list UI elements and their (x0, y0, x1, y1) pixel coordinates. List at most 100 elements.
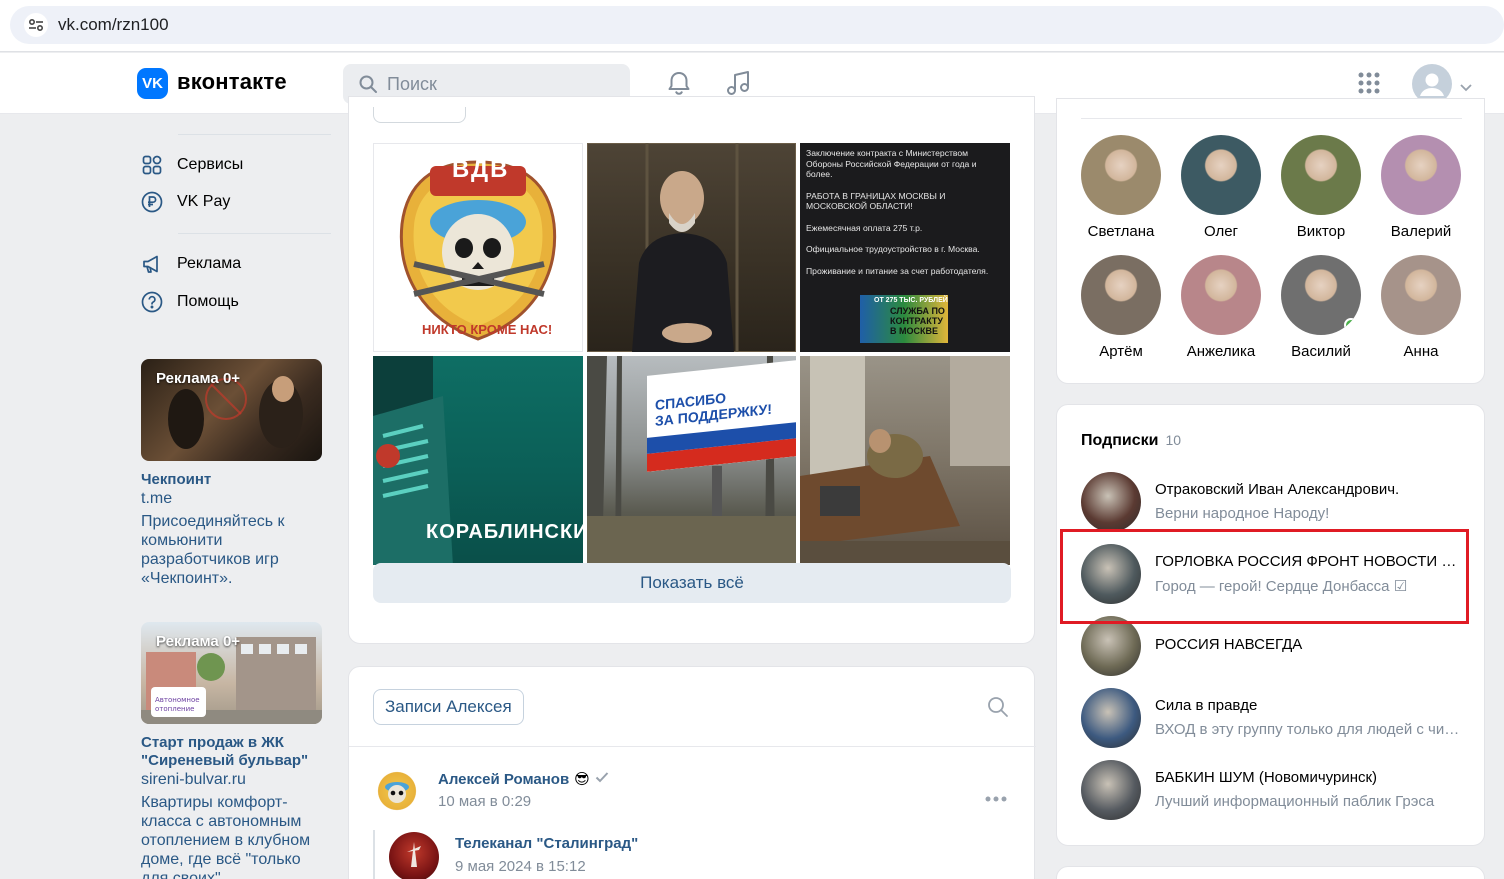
subscription-avatar[interactable] (1081, 616, 1141, 676)
friend-avatar[interactable] (1281, 135, 1361, 215)
verified-check-icon (595, 770, 609, 788)
friend-item[interactable]: Анжелика (1171, 255, 1271, 360)
chevron-down-icon[interactable] (1460, 79, 1472, 97)
subscription-name[interactable]: Отраковский Иван Александрович. (1155, 481, 1465, 498)
photo-korablino[interactable]: КОРАБЛИНСКИ (373, 356, 583, 565)
friend-item[interactable]: Василий (1271, 255, 1371, 360)
ad-image[interactable]: Автономное отопление Реклама 0+ (141, 622, 322, 724)
online-status-icon (1344, 318, 1358, 332)
post-author-row: Алексей Романов 😎 (438, 770, 609, 788)
subscription-name[interactable]: БАБКИН ШУМ (Новомичуринск) (1155, 769, 1465, 786)
sidebar-divider (178, 134, 331, 135)
friend-item[interactable]: Валерий (1371, 135, 1471, 240)
subscription-description: Лучший информационный паблик Грэса (1155, 793, 1435, 810)
friend-avatar[interactable] (1381, 255, 1461, 335)
friend-item[interactable]: Артём (1071, 255, 1171, 360)
friend-avatar[interactable] (1081, 135, 1161, 215)
friend-item[interactable]: Виктор (1271, 135, 1371, 240)
url-text: vk.com/rzn100 (58, 15, 169, 34)
vk-logo-text[interactable]: вконтакте (177, 69, 287, 95)
subscription-item[interactable]: Сила в правде ВХОД в эту группу только дл… (1081, 688, 1481, 748)
url-field[interactable]: vk.com/rzn100 (10, 6, 1504, 44)
friend-item[interactable]: Анна (1371, 255, 1471, 360)
sidebar-item-vkpay[interactable]: VK Pay (141, 190, 331, 214)
svg-text:Автономное: Автономное (155, 696, 200, 704)
friend-name[interactable]: Василий (1271, 343, 1371, 360)
friend-avatar[interactable] (1181, 255, 1261, 335)
sidebar-item-label: VK Pay (177, 193, 231, 210)
subscription-name[interactable]: Сила в правде (1155, 697, 1465, 714)
subscriptions-header[interactable]: Подписки 10 (1081, 432, 1181, 450)
ad-description[interactable]: Присоединяйтесь к комьюнити разработчико… (141, 512, 327, 588)
apps-grid-icon[interactable] (1357, 71, 1381, 100)
sidebar-item-ads[interactable]: Реклама (141, 252, 331, 276)
subscription-item[interactable]: Отраковский Иван Александрович. Верни нар… (1081, 472, 1481, 532)
friend-avatar[interactable] (1181, 135, 1261, 215)
friend-name[interactable]: Артём (1071, 343, 1171, 360)
repost-time[interactable]: 9 мая 2024 в 15:12 (455, 858, 586, 875)
subscription-item[interactable]: БАБКИН ШУМ (Новомичуринск) Лучший информа… (1081, 760, 1481, 820)
help-circle-icon (141, 291, 163, 313)
subscriptions-title: Подписки (1081, 432, 1159, 449)
tab-wall-posts[interactable]: Записи Алексея (373, 689, 524, 725)
ad-domain[interactable]: t.me (141, 489, 327, 508)
post-author-avatar[interactable] (373, 767, 421, 815)
subscription-item[interactable]: РОССИЯ НАВСЕГДА (1081, 616, 1481, 676)
ad-checkpoint[interactable]: Реклама 0+ Чекпоинт t.me Присоединяйтесь… (141, 359, 327, 588)
photo-contract-ad[interactable]: Заключение контракта с Министерством Обо… (800, 143, 1010, 352)
subscription-avatar[interactable] (1081, 472, 1141, 532)
ad-domain[interactable]: sireni-bulvar.ru (141, 770, 327, 789)
repost-author-name[interactable]: Телеканал "Сталинград" (455, 835, 638, 852)
friend-avatar[interactable] (1381, 135, 1461, 215)
subscription-name[interactable]: РОССИЯ НАВСЕГДА (1155, 636, 1465, 653)
billboard-panel: СПАСИБО ЗА ПОДДЕРЖКУ! (647, 360, 796, 472)
subscription-avatar[interactable] (1081, 688, 1141, 748)
photo-billboard[interactable]: СПАСИБО ЗА ПОДДЕРЖКУ! (587, 356, 796, 565)
friend-name[interactable]: Светлана (1071, 223, 1171, 240)
subscriptions-card: Подписки 10 Отраковский Иван Александров… (1056, 404, 1485, 846)
photo-vdv[interactable]: ВДВ НИКТО КРОМЕ НАС! (373, 143, 583, 352)
author-emoji: 😎 (574, 771, 590, 788)
ad-sirenevy[interactable]: Автономное отопление Реклама 0+ Старт про… (141, 622, 327, 879)
friend-name[interactable]: Олег (1171, 223, 1271, 240)
subscription-description: ВХОД в эту группу только для людей с чис… (1155, 721, 1465, 738)
friend-name[interactable]: Анжелика (1171, 343, 1271, 360)
friend-item[interactable]: Олег (1171, 135, 1271, 240)
ad-image[interactable]: Реклама 0+ (141, 359, 322, 461)
sidebar-item-label: Реклама (177, 255, 242, 272)
divider (349, 746, 1036, 747)
vdv-motto: НИКТО КРОМЕ НАС! (422, 322, 553, 337)
friend-name[interactable]: Виктор (1271, 223, 1371, 240)
subscription-avatar[interactable] (1081, 760, 1141, 820)
contract-banner: ОТ 275 ТЫС. РУБЛЕЙ СЛУЖБА ПО КОНТРАКТУ В… (860, 295, 948, 343)
photos-card: ВДВ НИКТО КРОМЕ НАС! Заключение контракт… (348, 96, 1035, 644)
site-settings-icon[interactable] (24, 13, 48, 37)
ad-title[interactable]: Старт продаж в ЖК "Сиреневый бульвар" (141, 734, 327, 770)
repost-avatar[interactable] (389, 832, 439, 879)
ad-description[interactable]: Квартиры комфорт-класса с автономным ото… (141, 793, 327, 879)
sidebar-item-services[interactable]: Сервисы (141, 153, 331, 177)
friend-avatar[interactable] (1281, 255, 1361, 335)
contract-line: Проживание и питание за счет работодател… (806, 265, 989, 276)
contract-line: Заключение контракта с Министерством Обо… (806, 148, 977, 179)
subscriptions-count: 10 (1165, 432, 1182, 448)
post-time[interactable]: 10 мая в 0:29 (438, 793, 531, 810)
show-all-button[interactable]: Показать всё (373, 563, 1011, 603)
photo-office-room[interactable] (800, 356, 1010, 565)
highlight-box (1060, 529, 1469, 624)
photos-tab-fragment[interactable] (373, 107, 466, 123)
svg-text:отопление: отопление (155, 705, 194, 713)
sidebar-item-help[interactable]: Помощь (141, 290, 331, 314)
friend-item[interactable]: Светлана (1071, 135, 1171, 240)
friend-avatar[interactable] (1081, 255, 1161, 335)
vk-logo-icon[interactable]: VK (137, 68, 168, 99)
photo-man-in-court[interactable] (587, 143, 796, 352)
left-sidebar: Сервисы VK Pay Реклама Помощь (141, 114, 331, 314)
friend-name[interactable]: Анна (1371, 343, 1471, 360)
contract-text: Заключение контракта с Министерством Обо… (806, 148, 1004, 276)
post-author-name[interactable]: Алексей Романов (438, 771, 569, 788)
friend-name[interactable]: Валерий (1371, 223, 1471, 240)
ad-title[interactable]: Чекпоинт (141, 471, 327, 489)
more-options-icon[interactable] (985, 789, 1007, 807)
search-icon[interactable] (987, 696, 1009, 723)
